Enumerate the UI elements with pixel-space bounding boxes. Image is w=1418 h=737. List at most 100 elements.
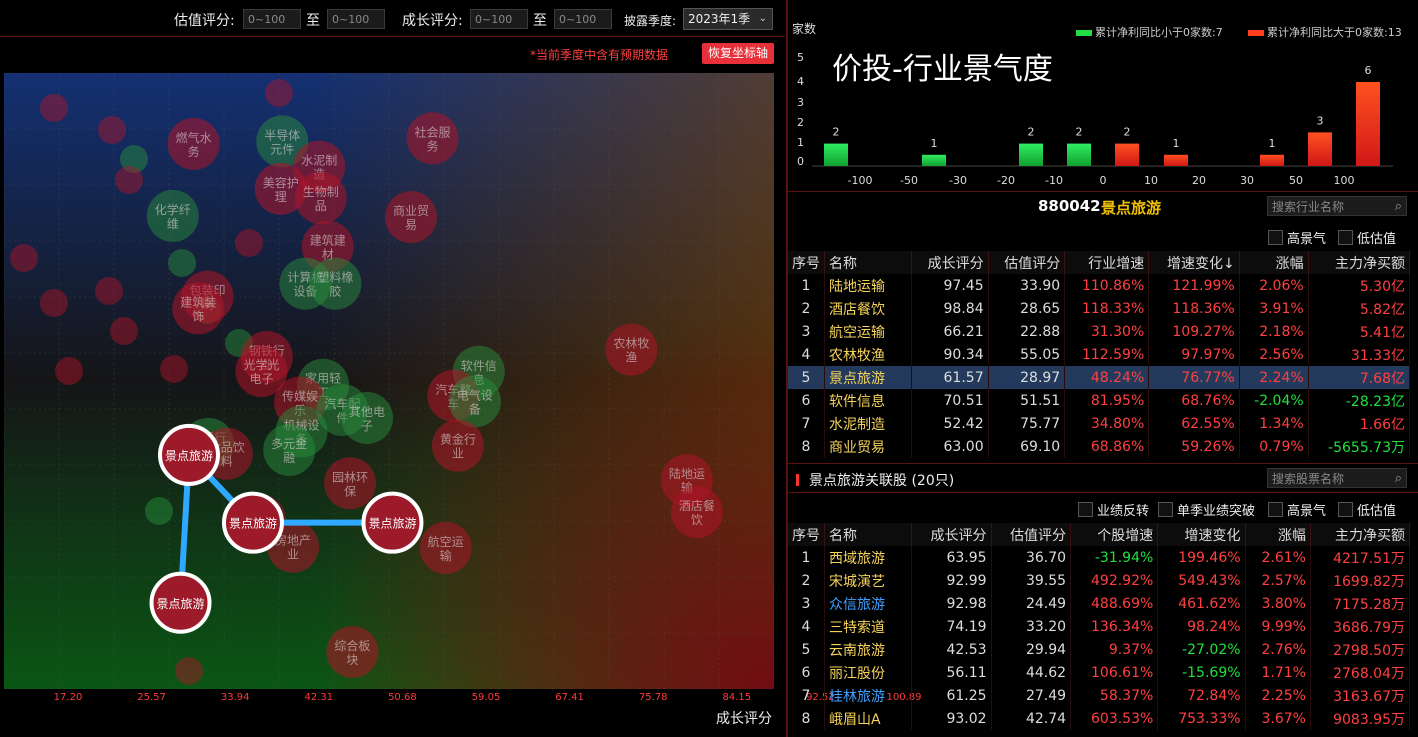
table-cell: 33.20 — [991, 615, 1072, 638]
bar-value-label: 1 — [1173, 137, 1180, 150]
scatter-plot[interactable]: 燃气水务半导体元件社会服务水泥制造美容护理生物制品化学纤维商业贸易建筑建材计算机… — [4, 73, 774, 689]
industry-bubble[interactable]: 园林环保 — [324, 457, 377, 510]
table-row[interactable]: 3 众信旅游 92.98 24.49 488.69% 461.62% 3.80% 7175.2… — [788, 592, 1411, 615]
industry-bubble[interactable]: 化学纤维 — [146, 189, 199, 242]
table-row[interactable]: 4 三特索道 74.19 33.20 136.34% 98.24% 9.99% 3686.79… — [788, 615, 1411, 638]
column-header[interactable]: 序号 — [788, 251, 825, 274]
table-cell: 7 — [788, 684, 825, 707]
bubble-label: 业 — [287, 548, 299, 562]
column-header[interactable]: 增速变化 — [1157, 523, 1246, 546]
table-row[interactable]: 7 水泥制造 52.42 75.77 34.80% 62.55% 1.34% 1.66亿 — [788, 412, 1411, 435]
low-valuation-checkbox[interactable]: 低估值 — [1338, 228, 1396, 247]
table-row[interactable]: 3 航空运输 66.21 22.88 31.30% 109.27% 2.18% 5.41亿 — [788, 320, 1411, 343]
table-row[interactable]: 8 商业贸易 63.00 69.10 68.86% 59.26% 0.79% -5655.73… — [788, 435, 1411, 458]
table-cell: 136.34% — [1070, 615, 1159, 638]
industry-bubble[interactable]: 综合板块 — [326, 626, 379, 679]
industry-bubble[interactable]: 其他电子 — [341, 391, 394, 444]
table-cell: 63.95 — [911, 546, 992, 569]
bar — [1308, 132, 1332, 166]
industry-bubble[interactable]: 社会服务 — [406, 112, 459, 165]
industry-bubble[interactable]: 电气设备 — [448, 375, 501, 428]
column-header[interactable]: 序号 — [788, 523, 825, 546]
x-category-label: 10 — [1144, 174, 1158, 187]
industry-bubble[interactable]: 建筑装饰 — [172, 282, 225, 335]
column-header[interactable]: 涨幅 — [1245, 523, 1311, 546]
table-cell: 5.41亿 — [1308, 320, 1411, 343]
column-header[interactable]: 名称 — [824, 523, 912, 546]
column-header[interactable]: 增速变化↓ — [1148, 251, 1240, 274]
industry-bubble[interactable]: 航空运输 — [419, 521, 472, 574]
column-header[interactable]: 成长评分 — [911, 251, 989, 274]
x-tick-label: 25.57 — [137, 692, 166, 703]
table-row[interactable]: 5 景点旅游 61.57 28.97 48.24% 76.77% 2.24% 7.68亿 — [788, 366, 1411, 389]
industry-bubble[interactable]: 生物制品 — [294, 172, 347, 225]
column-header[interactable]: 成长评分 — [911, 523, 992, 546]
background-bubble — [160, 355, 188, 383]
table-cell: 72.84% — [1157, 684, 1246, 707]
trail-bubble[interactable]: 景点旅游 — [158, 423, 221, 486]
x-tick-label: 59.05 — [471, 692, 501, 703]
earnings-reversal-checkbox[interactable]: 业绩反转 — [1078, 500, 1149, 519]
table-row[interactable]: 2 酒店餐饮 98.84 28.65 118.33% 118.36% 3.91% 5.82亿 — [788, 297, 1411, 320]
column-header[interactable]: 个股增速 — [1070, 523, 1159, 546]
growth-max-input[interactable]: 0~100 — [554, 9, 612, 29]
background-bubble — [145, 497, 173, 525]
search-icon: ⌕ — [1394, 471, 1402, 486]
valuation-max-input[interactable]: 0~100 — [327, 9, 385, 29]
trail-label: 景点旅游 — [229, 517, 277, 531]
table-row[interactable]: 5 云南旅游 42.53 29.94 9.37% -27.02% 2.76% 2798.50万 — [788, 638, 1411, 661]
column-header[interactable]: 主力净买额 — [1310, 523, 1411, 546]
industry-search-input[interactable]: 搜索行业名称 ⌕ — [1267, 196, 1407, 216]
bar — [1356, 82, 1380, 166]
industry-bubble[interactable]: 酒店餐饮 — [670, 486, 723, 539]
column-header[interactable]: 估值评分 — [991, 523, 1072, 546]
valuation-min-input[interactable]: 0~100 — [243, 9, 301, 29]
industry-bubble[interactable]: 塑料橡胶 — [309, 257, 362, 310]
column-header[interactable]: 行业增速 — [1064, 251, 1150, 274]
trail-bubble[interactable]: 景点旅游 — [149, 571, 212, 634]
industry-bubble[interactable]: 商业贸易 — [384, 191, 437, 244]
title-marker — [796, 474, 799, 486]
growth-min-input[interactable]: 0~100 — [470, 9, 528, 29]
column-header[interactable]: 名称 — [824, 251, 912, 274]
quarter-breakthrough-checkbox[interactable]: 单季业绩突破 — [1158, 500, 1255, 519]
high-prosperity-checkbox[interactable]: 高景气 — [1268, 500, 1326, 519]
high-prosperity-checkbox[interactable]: 高景气 — [1268, 228, 1326, 247]
table-cell: 西域旅游 — [824, 546, 912, 569]
industry-bubble[interactable]: 燃气水务 — [167, 117, 220, 170]
industry-code: 880042 — [1038, 197, 1101, 215]
trail-bubble[interactable]: 景点旅游 — [221, 491, 284, 554]
table-row[interactable]: 6 软件信息 70.51 51.51 81.95% 68.76% -2.04% -28.23亿 — [788, 389, 1411, 412]
bar-value-label: 2 — [1124, 126, 1131, 139]
table-row[interactable]: 1 西域旅游 63.95 36.70 -31.94% 199.46% 2.61% 4217.5… — [788, 546, 1411, 569]
bar — [1019, 143, 1043, 166]
table-cell: 7 — [788, 412, 825, 435]
table-cell: 2.76% — [1245, 638, 1311, 661]
column-header[interactable]: 涨幅 — [1239, 251, 1309, 274]
table-row[interactable]: 7 桂林旅游 61.25 27.49 58.37% 72.84% 2.25% 3163.67万 — [788, 684, 1411, 707]
table-row[interactable]: 6 丽江股份 56.11 44.62 106.61% -15.69% 1.71% 2768.0… — [788, 661, 1411, 684]
stock-search-input[interactable]: 搜索股票名称 ⌕ — [1267, 468, 1407, 488]
industry-name: 景点旅游 — [1101, 199, 1162, 217]
industry-bubble[interactable]: 黄金行业 — [431, 419, 484, 472]
trail-bubble[interactable]: 景点旅游 — [361, 491, 424, 554]
background-bubble — [40, 94, 68, 122]
table-row[interactable]: 1 陆地运输 97.45 33.90 110.86% 121.99% 2.06% 5.30亿 — [788, 274, 1411, 297]
x-category-label: 50 — [1289, 174, 1303, 187]
table-cell: 56.11 — [911, 661, 992, 684]
table-cell: 42.53 — [911, 638, 992, 661]
bubble-label: 块 — [346, 653, 358, 667]
industry-bubble[interactable]: 农林牧渔 — [605, 323, 658, 376]
low-valuation-checkbox[interactable]: 低估值 — [1338, 500, 1396, 519]
industry-bubble[interactable]: 多元金融 — [263, 423, 316, 476]
table-row[interactable]: 8 峨眉山A 93.02 42.74 603.53% 753.33% 3.67% 9083.9… — [788, 707, 1411, 730]
table-cell: 92.98 — [911, 592, 992, 615]
table-row[interactable]: 4 农林牧渔 90.34 55.05 112.59% 97.97% 2.56% 31.33亿 — [788, 343, 1411, 366]
column-header[interactable]: 估值评分 — [988, 251, 1066, 274]
table-cell: 2.24% — [1239, 366, 1309, 389]
table-row[interactable]: 2 宋城演艺 92.99 39.55 492.92% 549.43% 2.57% 1699.8… — [788, 569, 1411, 592]
column-header[interactable]: 主力净买额 — [1308, 251, 1411, 274]
x-tick-label: 17.20 — [53, 692, 83, 703]
reset-axis-button[interactable]: 恢复坐标轴 — [702, 43, 774, 64]
season-select[interactable]: 2023年1季 ⌄ — [683, 8, 773, 30]
